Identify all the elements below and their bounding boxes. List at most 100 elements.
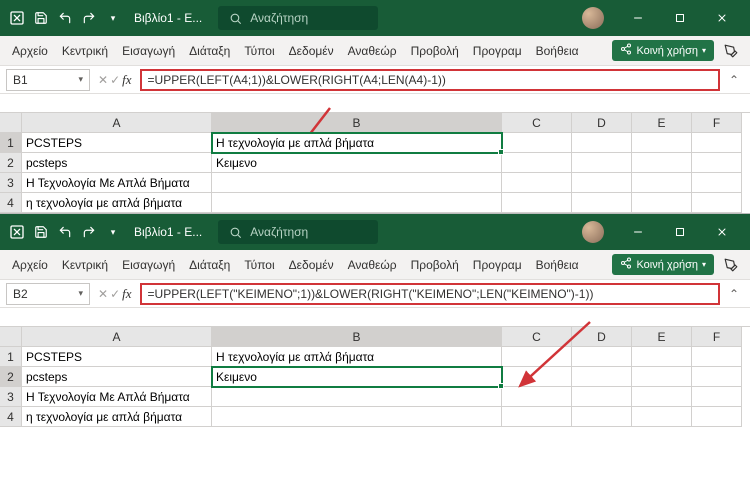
cell-A1[interactable]: PCSTEPS — [22, 133, 212, 153]
fill-handle[interactable] — [498, 383, 504, 389]
ribbon-tab-4[interactable]: Τύποι — [238, 40, 280, 62]
cell-C3[interactable] — [502, 173, 572, 193]
fill-handle[interactable] — [498, 149, 504, 155]
chevron-down-icon[interactable]: ▾ — [78, 288, 83, 299]
cell-B3[interactable] — [212, 387, 502, 407]
chevron-down-icon[interactable]: ▾ — [78, 74, 83, 85]
customize-qat-icon[interactable]: ▾ — [104, 223, 122, 241]
row-header-1[interactable]: 1 — [0, 133, 22, 153]
enter-icon[interactable]: ✓ — [110, 73, 120, 87]
fx-icon[interactable]: fx — [122, 72, 131, 88]
cell-F2[interactable] — [692, 153, 742, 173]
col-header-C[interactable]: C — [502, 327, 572, 347]
ribbon-tab-3[interactable]: Διάταξη — [183, 40, 236, 62]
name-box[interactable]: B2 ▾ — [6, 283, 90, 305]
cancel-icon[interactable]: ✕ — [98, 73, 108, 87]
cell-A2[interactable]: pcsteps — [22, 367, 212, 387]
cell-C1[interactable] — [502, 347, 572, 367]
select-all-corner[interactable] — [0, 113, 22, 133]
share-button[interactable]: Κοινή χρήση ▾ — [612, 40, 714, 61]
row-header-3[interactable]: 3 — [0, 387, 22, 407]
col-header-E[interactable]: E — [632, 113, 692, 133]
cell-B1[interactable]: Η τεχνολογία με απλά βήματα — [212, 347, 502, 367]
maximize-button[interactable] — [660, 0, 700, 36]
cell-D2[interactable] — [572, 153, 632, 173]
row-header-4[interactable]: 4 — [0, 193, 22, 213]
customize-qat-icon[interactable]: ▾ — [104, 9, 122, 27]
ribbon-tab-6[interactable]: Αναθεώρ — [342, 40, 403, 62]
row-header-4[interactable]: 4 — [0, 407, 22, 427]
search-box[interactable]: Αναζήτηση — [218, 6, 378, 30]
ribbon-tab-6[interactable]: Αναθεώρ — [342, 254, 403, 276]
undo-icon[interactable] — [56, 9, 74, 27]
cell-E2[interactable] — [632, 153, 692, 173]
col-header-C[interactable]: C — [502, 113, 572, 133]
ribbon-tab-5[interactable]: Δεδομέν — [283, 40, 340, 62]
ribbon-tab-7[interactable]: Προβολή — [405, 40, 465, 62]
avatar[interactable] — [582, 221, 604, 243]
cell-D1[interactable] — [572, 347, 632, 367]
cell-F1[interactable] — [692, 347, 742, 367]
cell-E2[interactable] — [632, 367, 692, 387]
cell-D3[interactable] — [572, 387, 632, 407]
row-header-3[interactable]: 3 — [0, 173, 22, 193]
cell-C4[interactable] — [502, 407, 572, 427]
cell-B3[interactable] — [212, 173, 502, 193]
cell-E4[interactable] — [632, 193, 692, 213]
redo-icon[interactable] — [80, 223, 98, 241]
cell-F4[interactable] — [692, 193, 742, 213]
ribbon-tab-1[interactable]: Κεντρική — [56, 40, 114, 62]
select-all-corner[interactable] — [0, 327, 22, 347]
undo-icon[interactable] — [56, 223, 74, 241]
cancel-icon[interactable]: ✕ — [98, 287, 108, 301]
col-header-A[interactable]: A — [22, 327, 212, 347]
minimize-button[interactable] — [618, 214, 658, 250]
pen-mode-button[interactable] — [718, 254, 744, 276]
cell-E3[interactable] — [632, 173, 692, 193]
cell-A2[interactable]: pcsteps — [22, 153, 212, 173]
ribbon-tab-1[interactable]: Κεντρική — [56, 254, 114, 276]
cell-A4[interactable]: η τεχνολογία με απλά βήματα — [22, 407, 212, 427]
cell-D4[interactable] — [572, 407, 632, 427]
cell-F3[interactable] — [692, 387, 742, 407]
cell-E4[interactable] — [632, 407, 692, 427]
ribbon-tab-0[interactable]: Αρχείο — [6, 40, 54, 62]
ribbon-tab-3[interactable]: Διάταξη — [183, 254, 236, 276]
save-icon[interactable] — [32, 223, 50, 241]
ribbon-tab-7[interactable]: Προβολή — [405, 254, 465, 276]
cell-B4[interactable] — [212, 407, 502, 427]
cell-C2[interactable] — [502, 153, 572, 173]
cell-F1[interactable] — [692, 133, 742, 153]
col-header-F[interactable]: F — [692, 327, 742, 347]
cell-A3[interactable]: Η Τεχνολογία Με Απλά Βήματα — [22, 387, 212, 407]
name-box[interactable]: B1 ▾ — [6, 69, 90, 91]
share-button[interactable]: Κοινή χρήση ▾ — [612, 254, 714, 275]
col-header-D[interactable]: D — [572, 327, 632, 347]
cell-A4[interactable]: η τεχνολογία με απλά βήματα — [22, 193, 212, 213]
search-box[interactable]: Αναζήτηση — [218, 220, 378, 244]
avatar[interactable] — [582, 7, 604, 29]
cell-F4[interactable] — [692, 407, 742, 427]
maximize-button[interactable] — [660, 214, 700, 250]
col-header-B[interactable]: B — [212, 113, 502, 133]
cell-B4[interactable] — [212, 193, 502, 213]
cell-C2[interactable] — [502, 367, 572, 387]
enter-icon[interactable]: ✓ — [110, 287, 120, 301]
cell-C1[interactable] — [502, 133, 572, 153]
cell-C3[interactable] — [502, 387, 572, 407]
ribbon-tab-4[interactable]: Τύποι — [238, 254, 280, 276]
ribbon-tab-5[interactable]: Δεδομέν — [283, 254, 340, 276]
cell-D1[interactable] — [572, 133, 632, 153]
cell-A3[interactable]: Η Τεχνολογία Με Απλά Βήματα — [22, 173, 212, 193]
fx-icon[interactable]: fx — [122, 286, 131, 302]
cell-D4[interactable] — [572, 193, 632, 213]
expand-formula-icon[interactable]: ⌃ — [724, 73, 744, 87]
row-header-2[interactable]: 2 — [0, 367, 22, 387]
ribbon-tab-2[interactable]: Εισαγωγή — [116, 254, 181, 276]
row-header-1[interactable]: 1 — [0, 347, 22, 367]
cell-B1[interactable]: Η τεχνολογία με απλά βήματα — [212, 133, 502, 153]
cell-B2[interactable]: Κειμενο — [212, 367, 502, 387]
cell-A1[interactable]: PCSTEPS — [22, 347, 212, 367]
cell-D2[interactable] — [572, 367, 632, 387]
ribbon-tab-0[interactable]: Αρχείο — [6, 254, 54, 276]
